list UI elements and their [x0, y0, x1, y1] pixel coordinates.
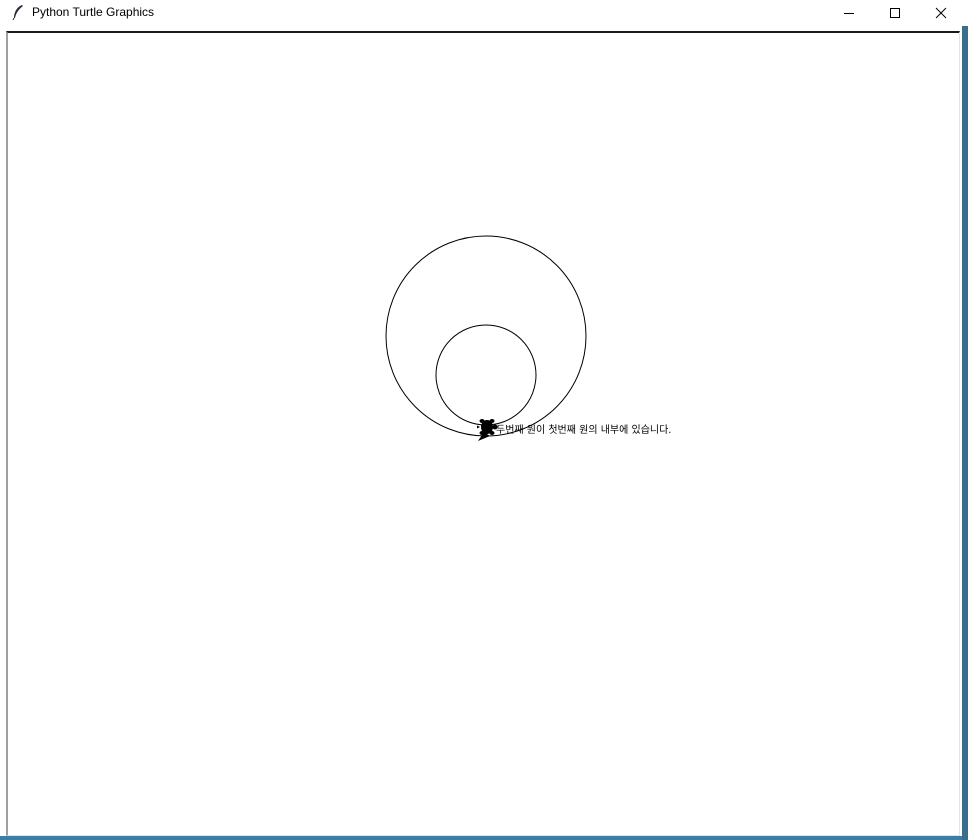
- desktop-edge-right: [962, 26, 968, 840]
- first-circle: [385, 235, 587, 437]
- result-message: 두번째 원이 첫번째 원의 내부에 있습니다.: [496, 424, 671, 436]
- turtle-canvas[interactable]: 두번째 원이 첫번째 원의 내부에 있습니다.: [0, 0, 968, 840]
- turtle-icon: [477, 419, 498, 435]
- second-circle: [435, 324, 537, 426]
- turtle-window: Python Turtle Graphics 두번째 원이 첫번째 원의 내부에…: [0, 0, 968, 840]
- desktop-edge-bottom: [0, 836, 962, 840]
